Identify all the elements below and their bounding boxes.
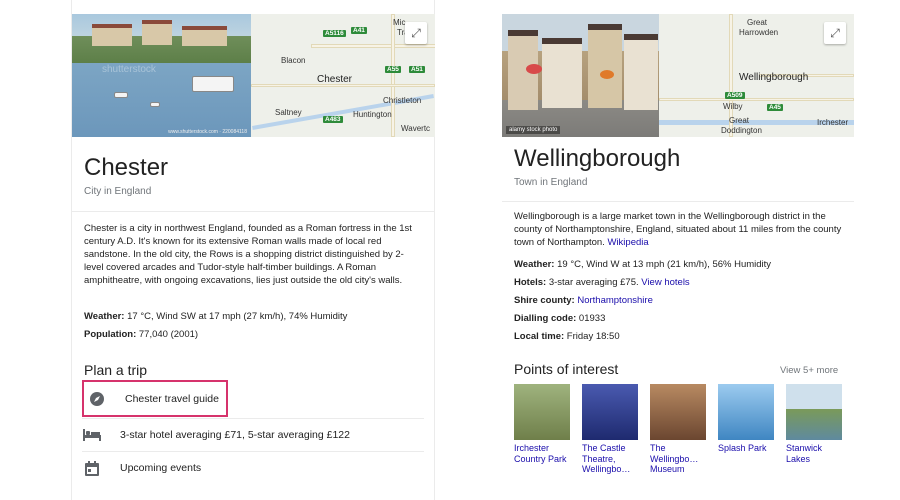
map-place: Wavertc (401, 124, 431, 133)
road-shield: A41 (351, 27, 367, 34)
poi-label: The Wellingbo… Museum (650, 443, 699, 474)
poi-label: Splash Park (718, 443, 767, 453)
poi-label: Stanwick Lakes (786, 443, 823, 464)
poi-item[interactable]: Irchester Country Park (514, 384, 570, 464)
weather-fact: Weather: 19 °C, Wind W at 13 mph (21 km/… (514, 259, 772, 270)
poi-item[interactable]: Splash Park (718, 384, 774, 454)
road-shield: A483 (323, 116, 343, 123)
map-place: Blacon (281, 56, 306, 65)
poi-item[interactable]: Stanwick Lakes (786, 384, 842, 464)
road-shield: A509 (725, 92, 745, 99)
map-place: Wellingborough (739, 72, 809, 83)
chester-map[interactable]: Mic Traf Blacon Chester Saltney Christle… (251, 14, 435, 137)
hotel-bed-icon (82, 425, 102, 445)
description: Chester is a city in northwest England, … (84, 223, 412, 286)
map-place: Irchester (817, 118, 849, 127)
page-subtitle: Town in England (514, 177, 588, 188)
map-place: Great (729, 116, 750, 125)
map-place: Great (747, 18, 768, 27)
wellingborough-map[interactable]: Great Harrowden Wellingborough Wilby Gre… (659, 14, 854, 137)
dialling-code-fact: Dialling code: 01933 (514, 313, 606, 324)
map-place: Chester (317, 74, 353, 85)
page-subtitle: City in England (84, 186, 152, 197)
divider (72, 211, 435, 212)
poi-thumbnail (718, 384, 774, 440)
poi-thumbnail (650, 384, 706, 440)
hotels-fact: Hotels: 3-star averaging £75. View hotel… (514, 277, 690, 288)
photo-watermark: shutterstock (102, 64, 156, 75)
photo-caption: www.shutterstock.com · 220084118 (168, 129, 247, 135)
map-place: Christleton (383, 96, 422, 105)
wikipedia-link[interactable]: Wikipedia (607, 237, 648, 248)
trip-label: Chester travel guide (125, 392, 219, 405)
road-shield: A5116 (323, 30, 346, 37)
chester-photo[interactable]: shutterstock www.shutterstock.com · 2200… (72, 14, 251, 137)
view-more-link[interactable]: View 5+ more (780, 365, 838, 376)
trip-label: 3-star hotel averaging £71, 5-star avera… (120, 429, 350, 441)
road-shield: A55 (385, 66, 401, 73)
poi-thumbnail (582, 384, 638, 440)
compass-icon (87, 389, 107, 409)
local-time-fact: Local time: Friday 18:50 (514, 331, 620, 342)
page-title: Wellingborough (514, 145, 681, 172)
poi-label: The Castle Theatre, Wellingbo… (582, 443, 631, 474)
photo-caption: alamy stock photo (506, 126, 561, 134)
map-place: Huntington (353, 110, 392, 119)
expand-map-icon[interactable]: ⤢ (405, 22, 427, 44)
description: Wellingborough is a large market town in… (514, 211, 842, 248)
road-shield: A51 (409, 66, 425, 73)
map-place: Wilby (723, 102, 743, 111)
travel-guide-link[interactable]: Chester travel guide (82, 380, 228, 417)
view-hotels-link[interactable]: View hotels (641, 277, 689, 288)
shire-county-link[interactable]: Northamptonshire (577, 295, 653, 306)
road-shield: A45 (767, 104, 783, 111)
poi-heading: Points of interest (514, 361, 619, 377)
map-place: Saltney (275, 108, 302, 117)
wellingborough-photo[interactable]: alamy stock photo (502, 14, 659, 137)
poi-item[interactable]: The Castle Theatre, Wellingbo… (582, 384, 638, 475)
population-fact: Population: 77,040 (2001) (84, 329, 199, 340)
chester-hero: shutterstock www.shutterstock.com · 2200… (72, 14, 435, 137)
map-place: Doddington (721, 126, 762, 135)
weather-fact: Weather: 17 °C, Wind SW at 17 mph (27 km… (84, 311, 348, 322)
plan-trip-heading: Plan a trip (84, 362, 148, 378)
chester-knowledge-panel: shutterstock www.shutterstock.com · 2200… (71, 0, 435, 500)
wellingborough-hero: alamy stock photo Great Harrowden Wellin… (502, 14, 854, 137)
calendar-icon (82, 458, 102, 478)
map-place: Harrowden (739, 28, 779, 37)
poi-item[interactable]: The Wellingbo… Museum (650, 384, 706, 475)
expand-map-icon[interactable]: ⤢ (824, 22, 846, 44)
poi-thumbnail (514, 384, 570, 440)
divider (502, 201, 854, 202)
wellingborough-knowledge-panel: alamy stock photo Great Harrowden Wellin… (502, 0, 854, 500)
page-title: Chester (84, 154, 169, 181)
map-place: Mic (393, 18, 406, 27)
shire-county-fact: Shire county: Northamptonshire (514, 295, 653, 306)
trip-label: Upcoming events (120, 462, 202, 474)
poi-thumbnail (786, 384, 842, 440)
events-link[interactable]: Upcoming events (82, 452, 424, 484)
poi-label: Irchester Country Park (514, 443, 567, 464)
hotel-link[interactable]: 3-star hotel averaging £71, 5-star avera… (82, 419, 424, 451)
